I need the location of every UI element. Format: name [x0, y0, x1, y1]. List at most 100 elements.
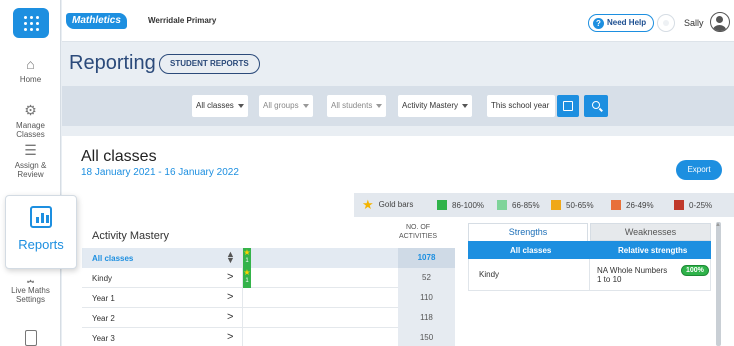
- activities-count: 118: [398, 308, 455, 328]
- mastery-bar: [242, 308, 397, 328]
- avatar[interactable]: [710, 12, 730, 32]
- strengths-tabs: Strengths Weaknesses: [468, 223, 713, 241]
- need-help-button[interactable]: ? Need Help: [588, 14, 655, 32]
- report-panel: All classes 18 January 2021 - 16 January…: [62, 136, 734, 346]
- people-gear-icon: ⚙: [24, 102, 37, 118]
- sidebar-item-assign-review[interactable]: ☰ Assign & Review: [0, 142, 61, 179]
- sidebar-item-reports[interactable]: Reports: [5, 195, 77, 269]
- class-filter-value: All classes: [196, 101, 234, 110]
- legend-item-50-65: 50-65%: [551, 200, 594, 210]
- sidebar-item-manage-classes[interactable]: ⚙ Manage Classes: [0, 102, 61, 139]
- chevron-right-icon[interactable]: >: [227, 311, 233, 323]
- tab-weaknesses[interactable]: Weaknesses: [590, 223, 711, 241]
- sidebar-item-label: Reports: [18, 237, 64, 252]
- column-header-activities: NO. OF ACTIVITIES: [398, 224, 438, 240]
- column-header-all-classes: All classes: [510, 246, 552, 255]
- legend-item-66-85: 66-85%: [497, 200, 540, 210]
- strength-topic: NA Whole Numbers 1 to 10: [597, 266, 668, 284]
- calendar-button[interactable]: [557, 95, 579, 117]
- calendar-icon: [563, 101, 573, 111]
- chart-icon: [30, 206, 52, 228]
- activities-count: 110: [398, 288, 455, 308]
- scrollbar[interactable]: [716, 222, 721, 346]
- panel-title: All classes: [81, 148, 157, 165]
- mastery-bar: ★ 1: [242, 268, 397, 288]
- sidebar-item-label: Home: [19, 75, 42, 84]
- mathletics-logo[interactable]: Mathletics: [66, 13, 127, 29]
- chevron-right-icon[interactable]: >: [227, 291, 233, 303]
- period-select[interactable]: This school year: [487, 95, 555, 117]
- home-icon: ⌂: [26, 56, 35, 72]
- user-name[interactable]: Sally: [684, 18, 704, 28]
- school-name: Werridale Primary: [148, 16, 217, 25]
- grid-icon: [23, 15, 39, 31]
- legend-swatch: [437, 200, 447, 210]
- star-icon: ★: [243, 248, 251, 257]
- row-name: Year 3: [92, 334, 115, 343]
- mastery-bar: ★ 1: [242, 248, 397, 268]
- need-help-label: Need Help: [607, 18, 647, 27]
- table-row[interactable]: Kindy > ★ 1 52: [82, 268, 455, 288]
- chevron-right-icon[interactable]: >: [227, 271, 233, 283]
- sidebar-item-label: Manage Classes: [16, 121, 45, 139]
- star-icon: ★: [362, 197, 374, 212]
- chevron-down-icon: [237, 104, 244, 108]
- chevron-down-icon: [302, 104, 309, 108]
- top-bar: Mathletics Werridale Primary ? Need Help …: [62, 0, 734, 42]
- left-rail: ⌂ Home ⚙ Manage Classes ☰ Assign & Revie…: [0, 0, 61, 346]
- student-reports-button[interactable]: STUDENT REPORTS: [159, 54, 260, 74]
- star-icon: ★: [243, 268, 251, 277]
- strengths-header: All classes Relative strengths: [468, 241, 711, 259]
- chevron-right-icon[interactable]: >: [227, 331, 233, 343]
- search-icon: [592, 101, 600, 109]
- legend-item-26-49: 26-49%: [611, 200, 654, 210]
- page-title: Reporting: [69, 52, 156, 74]
- search-button[interactable]: [584, 95, 608, 117]
- strength-class: Kindy: [479, 270, 500, 279]
- sidebar-item-label: Assign & Review: [14, 161, 47, 179]
- export-button[interactable]: Export: [676, 160, 722, 180]
- apps-menu-button[interactable]: [13, 8, 49, 38]
- help-icon: ?: [593, 18, 604, 29]
- table-row[interactable]: Year 2 > 118: [82, 308, 455, 328]
- chevron-down-icon: [376, 104, 383, 108]
- activities-count: 1078: [398, 248, 455, 268]
- table-row[interactable]: Year 1 > 110: [82, 288, 455, 308]
- sidebar-item-home[interactable]: ⌂ Home: [0, 56, 61, 84]
- legend-swatch: [611, 200, 621, 210]
- gold-bar: ★ 1: [243, 268, 251, 288]
- legend-swatch: [551, 200, 561, 210]
- mastery-bar: [242, 328, 397, 346]
- assign-icon: ☰: [24, 142, 37, 158]
- legend: ★ Gold bars 86-100% 66-85% 50-65% 26-49% …: [354, 193, 734, 217]
- divider: [589, 259, 590, 290]
- table-row[interactable]: Year 3 > 150: [82, 328, 455, 346]
- group-filter-value: All groups: [263, 101, 299, 110]
- column-header-relative-strengths: Relative strengths: [618, 246, 688, 255]
- tab-strengths[interactable]: Strengths: [468, 223, 588, 241]
- report-type-select[interactable]: Activity Mastery: [398, 95, 473, 117]
- sort-icon[interactable]: ▲ ▼: [226, 250, 235, 265]
- sidebar-item-label: Live Maths Settings: [11, 286, 50, 304]
- row-name: Kindy: [92, 274, 113, 283]
- sidebar-item-live-maths-settings[interactable]: ⚙ Live Maths Settings: [0, 277, 61, 304]
- class-filter-select[interactable]: All classes: [192, 95, 248, 117]
- document-icon: [24, 330, 37, 346]
- filter-bar: All classes All groups All students Acti…: [62, 86, 734, 126]
- student-filter-select[interactable]: All students: [327, 95, 387, 117]
- legend-item-gold-bars: ★ Gold bars: [362, 197, 414, 212]
- legend-item-86-100: 86-100%: [437, 200, 484, 210]
- settings-icon: ⚙: [0, 277, 61, 283]
- table-row[interactable]: All classes ▲ ▼ ★ 1 1078: [82, 248, 455, 268]
- gold-bar: ★ 1: [243, 248, 251, 268]
- activities-count: 150: [398, 328, 455, 346]
- legend-item-0-25: 0-25%: [674, 200, 712, 210]
- sidebar-item-documents[interactable]: [0, 330, 61, 346]
- notification-icon[interactable]: [657, 14, 675, 32]
- group-filter-select[interactable]: All groups: [259, 95, 313, 117]
- date-range: 18 January 2021 - 16 January 2022: [81, 167, 239, 178]
- chevron-down-icon: [462, 104, 469, 108]
- scroll-up-icon[interactable]: ▲: [715, 222, 721, 228]
- row-name: All classes: [92, 254, 134, 263]
- table-title: Activity Mastery: [92, 230, 170, 242]
